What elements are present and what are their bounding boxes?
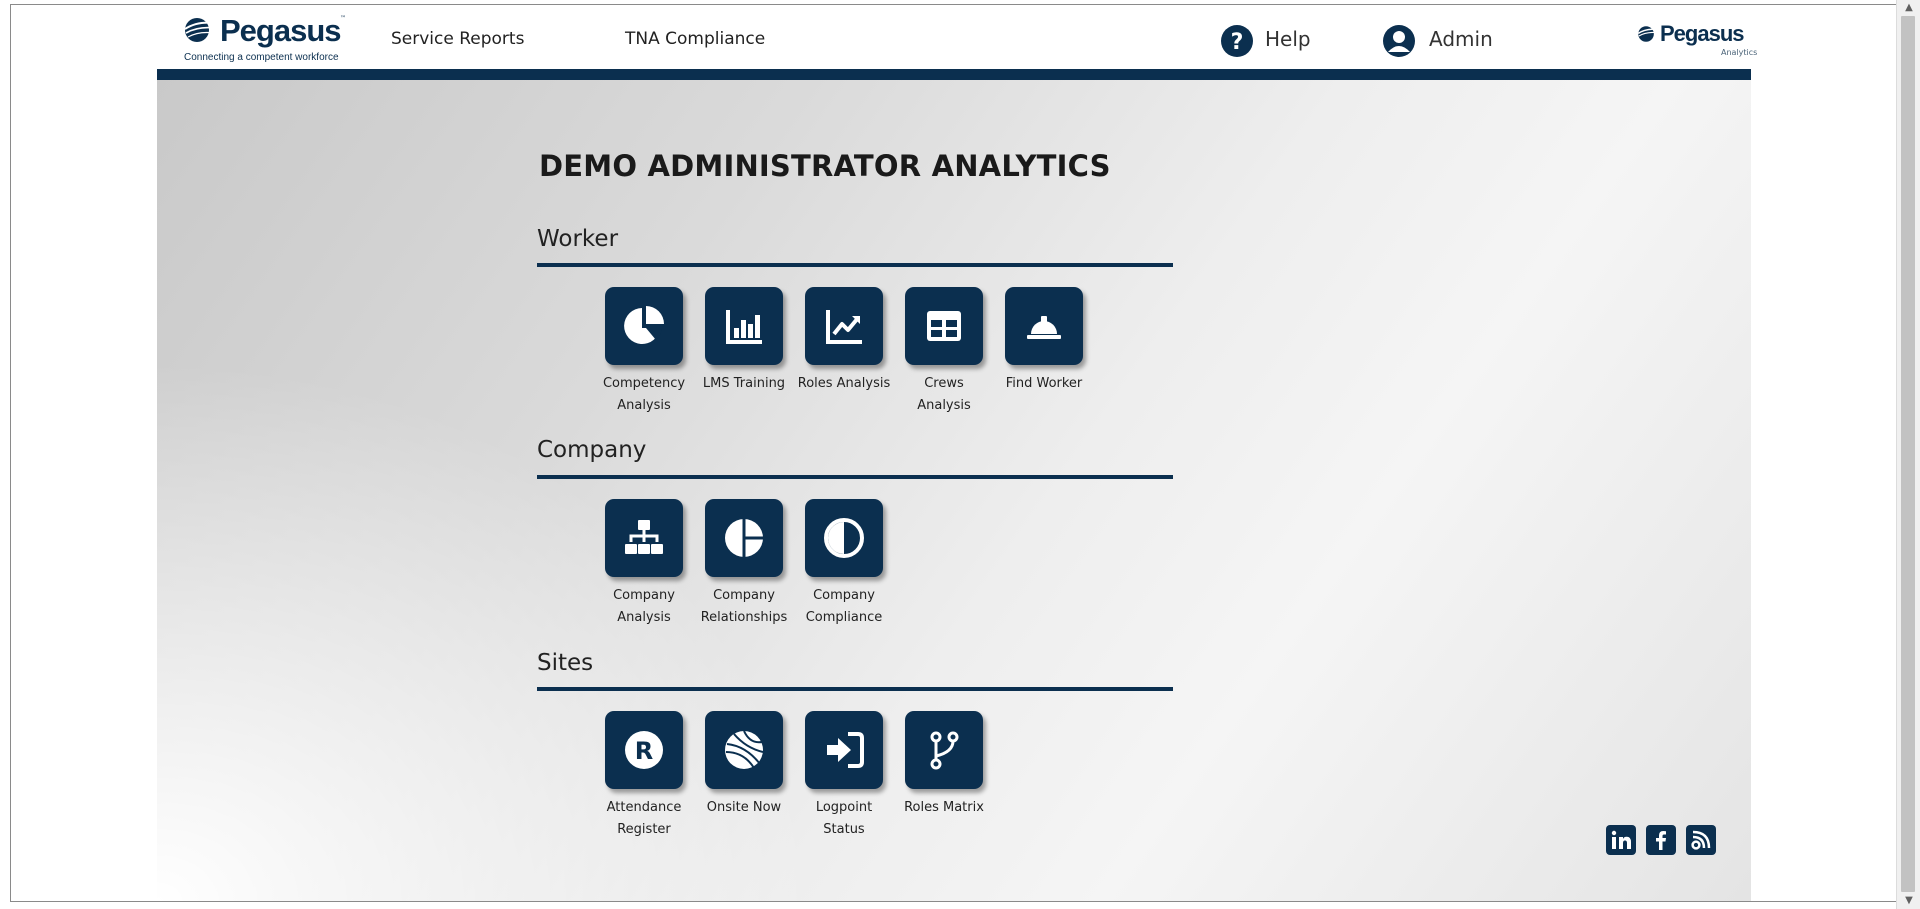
user-icon xyxy=(1383,25,1415,57)
tile-crews-analysis[interactable]: Crews Analysis xyxy=(894,287,994,417)
svg-text:R: R xyxy=(635,737,653,765)
section-divider xyxy=(537,263,1173,267)
section-title-worker: Worker xyxy=(537,226,619,252)
tile-lms-training[interactable]: LMS Training xyxy=(694,287,794,395)
section-title-company: Company xyxy=(537,437,647,463)
browser-viewport: Pegasus ™ Connecting a competent workfor… xyxy=(10,4,1896,902)
tile-onsite-now[interactable]: Onsite Now xyxy=(694,711,794,819)
tile-logpoint-status[interactable]: Logpoint Status xyxy=(794,711,894,841)
satellite-dish-icon xyxy=(705,711,783,789)
nav-service-reports[interactable]: Service Reports xyxy=(391,29,524,49)
nav-tna-compliance[interactable]: TNA Compliance xyxy=(625,29,765,49)
svg-text:?: ? xyxy=(1231,30,1244,55)
tile-label: Logpoint Status xyxy=(815,800,873,837)
section-title-sites: Sites xyxy=(537,650,594,676)
tile-label: Company Analysis xyxy=(613,588,675,625)
tile-roles-matrix[interactable]: Roles Matrix xyxy=(894,711,994,819)
pegasus-swoosh-icon xyxy=(184,18,217,42)
tile-label: Crews Analysis xyxy=(917,376,971,413)
scrollbar-thumb[interactable] xyxy=(1901,16,1915,892)
tile-label: Company Relationships xyxy=(700,588,788,625)
sign-in-icon xyxy=(805,711,883,789)
tile-company-relationships[interactable]: Company Relationships xyxy=(694,499,794,629)
logo-tagline: Connecting a competent workforce xyxy=(184,52,339,63)
logo-wordmark: Pegasus xyxy=(220,13,342,48)
top-header: Pegasus ™ Connecting a competent workfor… xyxy=(157,5,1757,69)
facebook-icon[interactable] xyxy=(1646,825,1676,855)
half-circle-icon xyxy=(805,499,883,577)
vertical-scrollbar[interactable]: ▲ ▼ xyxy=(1896,0,1920,909)
pegasus-logo[interactable]: Pegasus ™ Connecting a competent workfor… xyxy=(183,11,353,63)
logo-trademark: ™ xyxy=(340,15,346,22)
pie-chart-icon xyxy=(605,287,683,365)
tile-company-analysis[interactable]: Company Analysis xyxy=(594,499,694,629)
tile-label: Find Worker xyxy=(1005,376,1083,391)
section-divider xyxy=(537,687,1173,691)
tile-label: Roles Matrix xyxy=(904,800,984,815)
tile-company-compliance[interactable]: Company Compliance xyxy=(794,499,894,629)
admin-label: Admin xyxy=(1429,27,1493,51)
pie-quarters-icon xyxy=(705,499,783,577)
trend-line-icon xyxy=(805,287,883,365)
page-title: DEMO ADMINISTRATOR ANALYTICS xyxy=(539,149,1111,183)
branch-icon xyxy=(905,711,983,789)
scroll-up-arrow-icon[interactable]: ▲ xyxy=(1902,2,1916,14)
section-divider xyxy=(537,475,1173,479)
tile-label: Competency Analysis xyxy=(602,376,686,413)
org-chart-icon xyxy=(605,499,683,577)
tile-roles-analysis[interactable]: Roles Analysis xyxy=(794,287,894,395)
tile-find-worker[interactable]: Find Worker xyxy=(994,287,1094,395)
hard-hat-icon xyxy=(1005,287,1083,365)
tile-label: Onsite Now xyxy=(706,800,782,815)
bar-chart-icon xyxy=(705,287,783,365)
logo-small-wordmark: Pegasus xyxy=(1660,21,1744,46)
main-content: DEMO ADMINISTRATOR ANALYTICS Worker Comp… xyxy=(157,80,1751,901)
tile-attendance-register[interactable]: R Attendance Register xyxy=(594,711,694,841)
logo-small-subtitle: Analytics xyxy=(1721,48,1758,57)
table-grid-icon xyxy=(905,287,983,365)
header-accent-bar xyxy=(157,69,1751,80)
pegasus-analytics-logo: Pegasus Analytics xyxy=(1637,21,1757,61)
blog-rss-icon[interactable] xyxy=(1686,825,1716,855)
registered-r-icon: R xyxy=(605,711,683,789)
tile-competency-analysis[interactable]: Competency Analysis xyxy=(594,287,694,417)
help-label: Help xyxy=(1265,27,1311,51)
pegasus-swoosh-small-icon xyxy=(1637,26,1659,42)
linkedin-icon[interactable] xyxy=(1606,825,1636,855)
tile-label: Roles Analysis xyxy=(797,376,891,391)
help-icon: ? xyxy=(1221,25,1253,57)
tile-label: LMS Training xyxy=(702,376,786,391)
tile-label: Attendance Register xyxy=(606,800,682,837)
scroll-down-arrow-icon[interactable]: ▼ xyxy=(1902,895,1916,907)
tile-label: Company Compliance xyxy=(805,588,883,625)
